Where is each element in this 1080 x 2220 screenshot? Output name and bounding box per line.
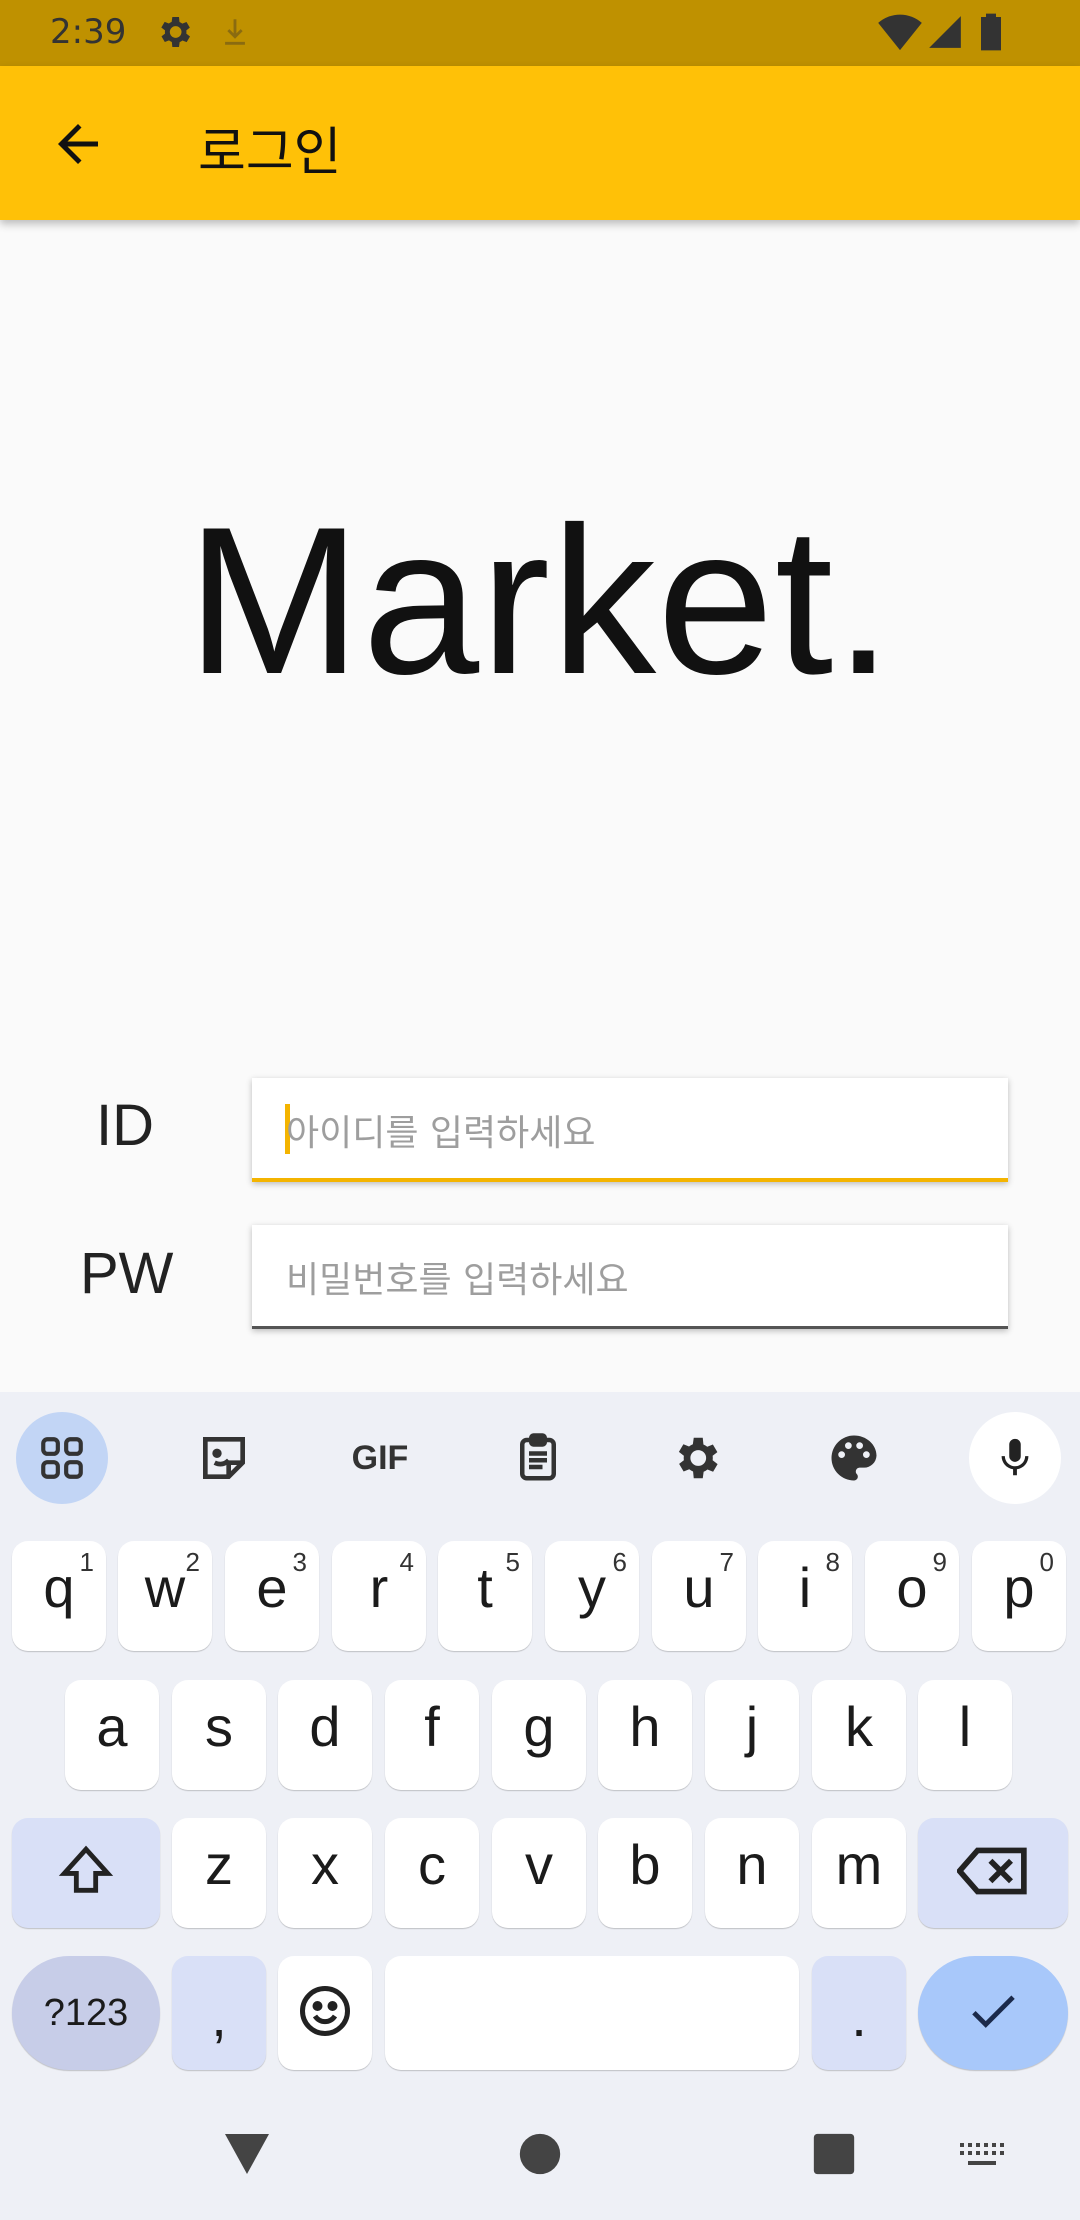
key-m[interactable]: m — [812, 1818, 906, 1928]
key-l[interactable]: l — [918, 1680, 1012, 1790]
sticker-icon[interactable] — [178, 1412, 270, 1504]
shift-key[interactable] — [12, 1818, 160, 1928]
navigation-bar — [0, 2092, 1080, 2220]
comma-key[interactable]: , — [172, 1956, 266, 2070]
key-t[interactable]: t5 — [438, 1541, 532, 1651]
mic-icon[interactable] — [969, 1412, 1061, 1504]
status-time: 2:39 — [50, 12, 127, 52]
period-key[interactable]: . — [812, 1956, 906, 2070]
key-r[interactable]: r4 — [332, 1541, 426, 1651]
key-o[interactable]: o9 — [865, 1541, 959, 1651]
shift-icon — [55, 1842, 117, 1905]
home-circle-icon[interactable] — [518, 2132, 562, 2180]
key-i[interactable]: i8 — [758, 1541, 852, 1651]
space-key[interactable] — [385, 1956, 799, 2070]
key-y[interactable]: y6 — [545, 1541, 639, 1651]
gear-icon — [154, 12, 194, 56]
download-icon — [218, 12, 252, 56]
status-bar: 2:39 — [0, 0, 1080, 66]
battery-icon — [978, 12, 1004, 56]
backspace-icon — [955, 1845, 1029, 1902]
palette-icon[interactable] — [808, 1412, 900, 1504]
key-s[interactable]: s — [172, 1680, 266, 1790]
wifi-icon — [878, 12, 922, 56]
keyboard-switch-icon[interactable] — [958, 2138, 1006, 2176]
key-b[interactable]: b — [598, 1818, 692, 1928]
page-title: 로그인 — [198, 123, 342, 183]
key-x[interactable]: x — [278, 1818, 372, 1928]
key-d[interactable]: d — [278, 1680, 372, 1790]
pw-placeholder: 비밀번호를 입력하세요 — [286, 1260, 629, 1301]
key-j[interactable]: j — [705, 1680, 799, 1790]
key-e[interactable]: e3 — [225, 1541, 319, 1651]
id-input[interactable]: 아이디를 입력하세요 — [252, 1078, 1008, 1182]
back-triangle-icon[interactable] — [222, 2132, 272, 2180]
key-z[interactable]: z — [172, 1818, 266, 1928]
app-bar: 로그인 — [0, 66, 1080, 220]
key-n[interactable]: n — [705, 1818, 799, 1928]
key-c[interactable]: c — [385, 1818, 479, 1928]
symbols-key[interactable]: ?123 — [12, 1956, 160, 2070]
password-input[interactable]: 비밀번호를 입력하세요 — [252, 1225, 1008, 1329]
settings-icon[interactable] — [650, 1412, 742, 1504]
key-f[interactable]: f — [385, 1680, 479, 1790]
key-v[interactable]: v — [492, 1818, 586, 1928]
emoji-icon — [295, 1981, 355, 2046]
id-label: ID — [96, 1093, 154, 1158]
market-logo: Market. — [186, 483, 894, 718]
enter-key[interactable] — [918, 1956, 1068, 2070]
emoji-key[interactable] — [278, 1956, 372, 2070]
gif-button[interactable]: GIF — [334, 1412, 426, 1504]
clipboard-icon[interactable] — [492, 1412, 584, 1504]
key-q[interactable]: q1 — [12, 1541, 106, 1651]
signal-icon — [926, 12, 964, 56]
key-u[interactable]: u7 — [652, 1541, 746, 1651]
key-w[interactable]: w2 — [118, 1541, 212, 1651]
id-placeholder: 아이디를 입력하세요 — [286, 1113, 596, 1154]
recents-square-icon[interactable] — [812, 2132, 856, 2180]
pw-label: PW — [80, 1241, 174, 1306]
key-a[interactable]: a — [65, 1680, 159, 1790]
checkmark-icon — [964, 1982, 1022, 2045]
apps-icon[interactable] — [16, 1412, 108, 1504]
backspace-key[interactable] — [918, 1818, 1068, 1928]
key-k[interactable]: k — [812, 1680, 906, 1790]
key-g[interactable]: g — [492, 1680, 586, 1790]
arrow-back-icon[interactable] — [48, 114, 108, 174]
key-h[interactable]: h — [598, 1680, 692, 1790]
key-p[interactable]: p0 — [972, 1541, 1066, 1651]
